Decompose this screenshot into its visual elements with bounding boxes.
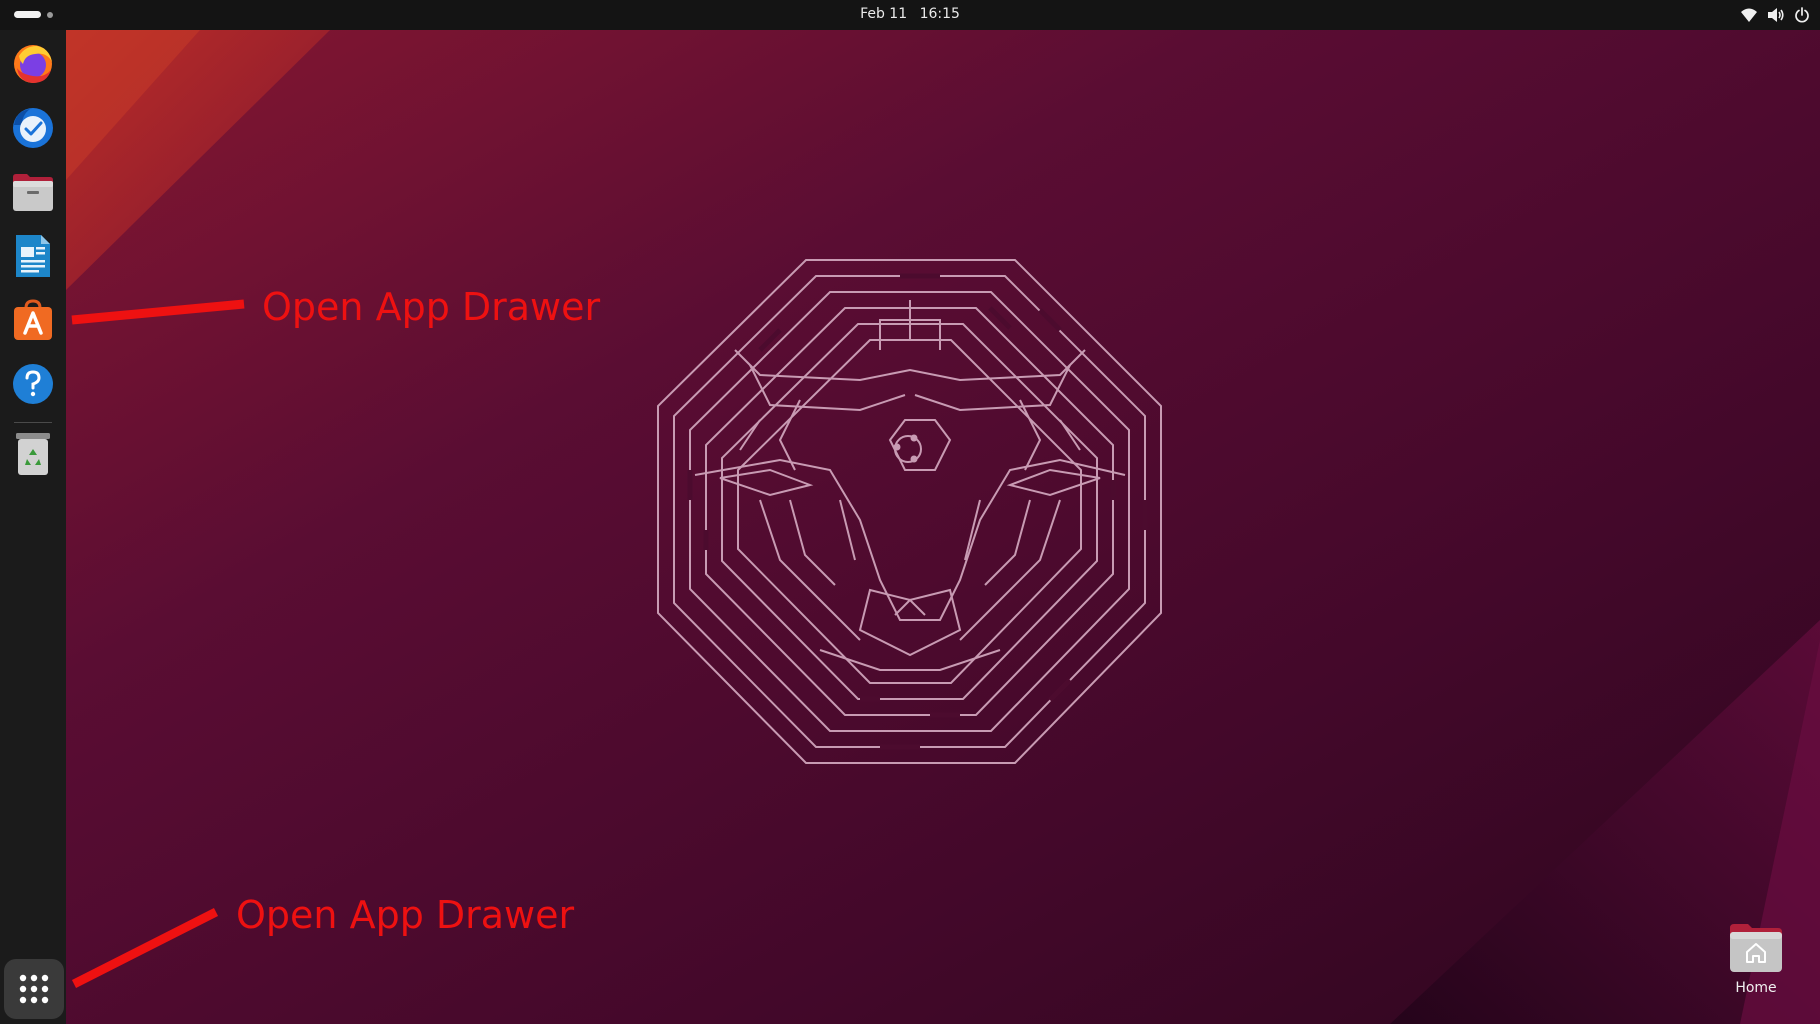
dock-libreoffice-writer[interactable] bbox=[7, 230, 59, 282]
show-apps-button[interactable] bbox=[4, 959, 64, 1019]
dock-files[interactable] bbox=[7, 166, 59, 218]
dock-app-center[interactable] bbox=[7, 294, 59, 346]
dock-separator bbox=[14, 422, 52, 423]
date-time-menu[interactable]: Feb 11 16:15 bbox=[860, 0, 960, 30]
dock-trash[interactable] bbox=[7, 428, 59, 480]
desktop-home-folder[interactable]: Home bbox=[1718, 922, 1794, 1006]
wallpaper bbox=[0, 0, 1820, 1024]
home-folder-icon bbox=[1730, 924, 1782, 972]
dock-firefox[interactable] bbox=[7, 38, 59, 90]
home-folder-label: Home bbox=[1735, 980, 1777, 996]
dock-thunderbird[interactable] bbox=[7, 102, 59, 154]
workspace-inactive-indicator bbox=[47, 11, 53, 18]
clock-date: Feb 11 bbox=[860, 6, 908, 22]
top-bar: Feb 11 16:15 bbox=[0, 0, 1820, 30]
annotation-label-bottom: Open App Drawer bbox=[236, 893, 575, 937]
annotation-label-top: Open App Drawer bbox=[262, 285, 601, 329]
help-icon bbox=[13, 364, 53, 404]
files-icon bbox=[13, 174, 53, 211]
workspace-active-indicator bbox=[14, 11, 41, 18]
activities-button[interactable] bbox=[14, 11, 53, 18]
wifi-icon bbox=[1740, 7, 1758, 23]
desktop-screen: Feb 11 16:15 Open App Drawer Open App Dr… bbox=[0, 0, 1820, 1024]
clock-time: 16:15 bbox=[919, 6, 960, 22]
power-icon bbox=[1794, 7, 1810, 23]
firefox-icon bbox=[14, 45, 52, 83]
app-center-icon bbox=[14, 299, 52, 340]
trash-icon bbox=[16, 433, 50, 475]
thunderbird-icon bbox=[13, 108, 53, 148]
volume-icon bbox=[1767, 7, 1785, 23]
dock-help[interactable] bbox=[7, 358, 59, 410]
app-grid-icon bbox=[19, 974, 49, 1004]
libreoffice-writer-icon bbox=[16, 235, 50, 277]
dock bbox=[0, 30, 66, 1024]
system-tray[interactable] bbox=[1740, 0, 1810, 30]
